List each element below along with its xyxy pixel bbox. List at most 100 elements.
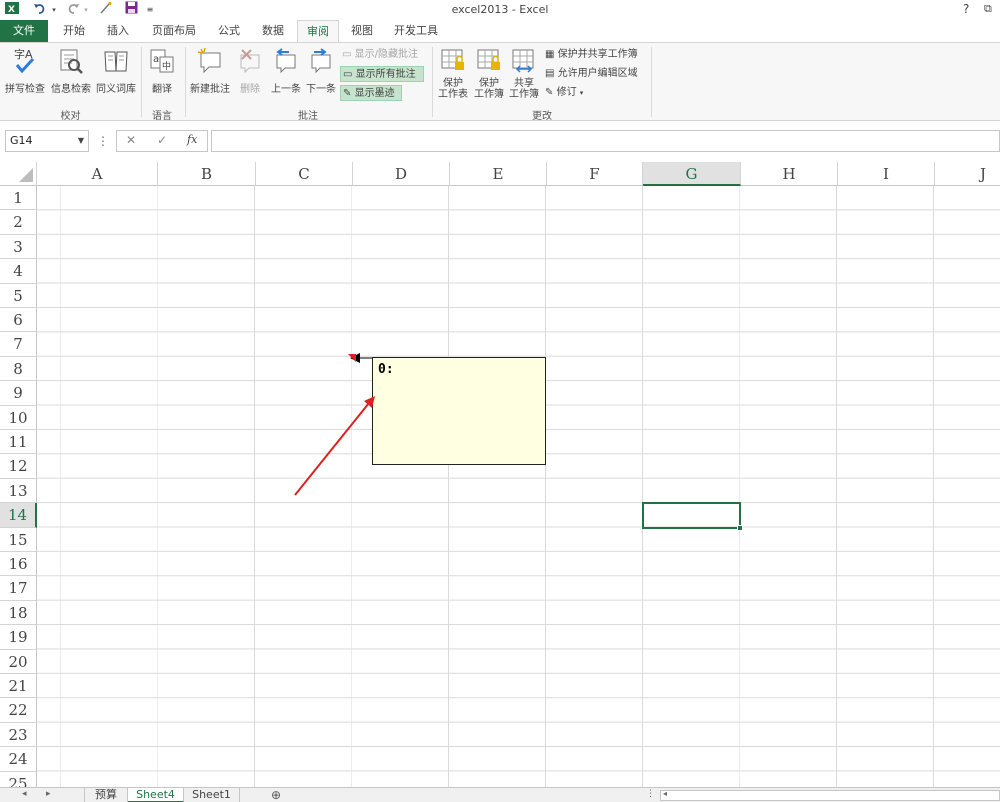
name-box-value: G14: [10, 134, 33, 147]
window-title: excel2013 - Excel: [451, 3, 549, 16]
translate-label: 翻译: [152, 84, 172, 95]
tab-split-handle-icon[interactable]: ⋮: [646, 789, 655, 799]
show-all-comments-button[interactable]: ▭ 显示所有批注: [340, 66, 424, 82]
protect-and-share-label: 保护并共享工作簿: [557, 49, 638, 60]
add-sheet-icon[interactable]: ⊕: [271, 788, 281, 802]
tab-developer[interactable]: 开发工具: [387, 20, 445, 42]
sheet-tab-sheet1[interactable]: Sheet1: [184, 788, 240, 802]
fill-handle[interactable]: [737, 525, 743, 531]
next-sheet-icon[interactable]: ▸: [46, 789, 51, 799]
thesaurus-icon: [94, 47, 138, 78]
translate-button[interactable]: a中 翻译: [145, 47, 179, 95]
research-button[interactable]: 信息检索: [49, 47, 93, 95]
protect-workbook-icon: [472, 47, 506, 76]
ribbon-tabs: 文件 开始 插入 页面布局 公式 数据 审阅 视图 开发工具: [0, 20, 1000, 43]
next-comment-button[interactable]: 下一条: [304, 47, 338, 95]
sheet-tab-budget[interactable]: 预算: [84, 788, 128, 802]
previous-sheet-icon[interactable]: ◂: [22, 789, 27, 799]
tab-review[interactable]: 审阅: [297, 20, 339, 43]
previous-comment-button[interactable]: 上一条: [269, 47, 303, 95]
next-comment-label: 下一条: [306, 84, 336, 95]
new-comment-label: 新建批注: [190, 84, 230, 95]
chevron-down-icon: ▾: [579, 89, 584, 97]
show-all-comments-label: 显示所有批注: [355, 69, 416, 80]
thesaurus-button[interactable]: 同义词库: [94, 47, 138, 95]
share-workbook-button[interactable]: 共享 工作簿: [507, 47, 541, 100]
formula-buttons: ✕ ✓ fx: [116, 130, 208, 152]
spelling-icon: 字A: [3, 47, 47, 78]
thesaurus-label: 同义词库: [96, 84, 136, 95]
cancel-icon[interactable]: ✕: [126, 133, 136, 147]
worksheet-grid: ABCDEFGHIJ 1 2 3 4 5 6 7 8 9 10 11 12 13 14 15 16 17 18 19…: [0, 162, 1000, 787]
next-comment-icon: [304, 47, 338, 78]
previous-comment-icon: [269, 47, 303, 78]
group-separator: [185, 47, 186, 117]
formula-input[interactable]: [211, 130, 1000, 152]
share-workbook-icon: [507, 47, 541, 76]
name-box[interactable]: G14 ▼: [5, 130, 89, 152]
selected-cell[interactable]: [642, 502, 743, 531]
group-separator: [432, 47, 433, 117]
protect-sheet-label-2: 工作表: [438, 89, 468, 100]
sheet-tab-sheet4[interactable]: Sheet4: [128, 788, 184, 802]
tab-page-layout[interactable]: 页面布局: [145, 20, 203, 42]
show-all-comments-icon: ▭: [343, 69, 353, 80]
spelling-button[interactable]: 字A 拼写检查: [3, 47, 47, 95]
track-changes-label: 修订: [556, 87, 577, 98]
show-hide-comment-button[interactable]: ▭ 显示/隐藏批注: [340, 47, 424, 63]
changes-group-label: 更改: [532, 111, 552, 122]
show-ink-button[interactable]: ✎ 显示墨迹: [340, 85, 402, 101]
allow-edit-ranges-button[interactable]: ▤ 允许用户编辑区域: [543, 66, 647, 82]
restore-icon[interactable]: ⧉: [984, 2, 992, 16]
group-separator: [651, 47, 652, 117]
tab-file[interactable]: 文件: [0, 20, 48, 42]
horizontal-scrollbar[interactable]: ◂: [660, 789, 1000, 801]
svg-text:中: 中: [162, 60, 171, 72]
help-button[interactable]: ?: [963, 2, 969, 16]
svg-text:a: a: [153, 54, 159, 65]
new-comment-button[interactable]: 新建批注: [188, 47, 232, 95]
insert-function-icon[interactable]: fx: [187, 133, 197, 146]
delete-comment-label: 删除: [240, 84, 260, 95]
chevron-down-icon[interactable]: ▼: [78, 131, 84, 151]
language-group-label: 语言: [152, 111, 172, 122]
spelling-label: 拼写检查: [5, 84, 45, 95]
track-changes-button[interactable]: ✎ 修订 ▾: [543, 85, 593, 101]
protect-sheet-button[interactable]: 保护 工作表: [436, 47, 470, 100]
protect-share-icon: ▦: [545, 49, 555, 60]
ribbon: 字A 拼写检查 信息检索 同义词库 校对 a中 翻译 语言 新建批注 删除 上一…: [0, 42, 1000, 122]
translate-icon: a中: [145, 47, 179, 78]
track-changes-icon: ✎: [545, 87, 554, 98]
formula-bar: G14 ▼ ⋮ ✕ ✓ fx: [0, 121, 1000, 162]
resize-handle-icon[interactable]: ⋮: [97, 134, 109, 148]
protect-workbook-button[interactable]: 保护 工作簿: [472, 47, 506, 100]
comments-group-label: 批注: [298, 111, 318, 122]
previous-comment-label: 上一条: [271, 84, 301, 95]
protect-sheet-label-1: 保护: [443, 78, 463, 89]
tab-data[interactable]: 数据: [254, 20, 292, 42]
tab-insert[interactable]: 插入: [98, 20, 138, 42]
delete-comment-button[interactable]: 删除: [234, 47, 266, 95]
sheet-tabs-bar: ◂ ▸ 预算 Sheet4 Sheet1 ⊕ ⋮ ◂: [0, 787, 1000, 802]
tab-home[interactable]: 开始: [54, 20, 94, 42]
allow-edit-ranges-label: 允许用户编辑区域: [557, 68, 638, 79]
protect-workbook-label-2: 工作簿: [474, 89, 504, 100]
excel-window: X ▾ ▾ ≡ excel2013 - Excel ? ⧉ 文件 开始 插入 页…: [0, 0, 1000, 802]
protect-workbook-label-1: 保护: [479, 78, 499, 89]
title-bar: X ▾ ▾ ≡ excel2013 - Excel ? ⧉: [0, 0, 1000, 20]
research-icon: [49, 47, 93, 78]
proofing-group-label: 校对: [60, 111, 81, 122]
scroll-left-icon[interactable]: ◂: [663, 789, 667, 798]
annotation-arrow: [294, 396, 375, 496]
show-ink-label: 显示墨迹: [354, 88, 395, 99]
svg-text:字A: 字A: [14, 47, 33, 61]
show-hide-comment-label: 显示/隐藏批注: [354, 49, 419, 60]
show-hide-comment-icon: ▭: [342, 49, 352, 60]
protect-and-share-button[interactable]: ▦ 保护并共享工作簿: [543, 47, 647, 63]
protect-sheet-icon: [436, 47, 470, 76]
share-workbook-label-2: 工作簿: [509, 89, 539, 100]
tab-view[interactable]: 视图: [344, 20, 380, 42]
pen-icon: ✎: [343, 88, 352, 99]
enter-icon[interactable]: ✓: [157, 133, 167, 147]
tab-formulas[interactable]: 公式: [210, 20, 248, 42]
